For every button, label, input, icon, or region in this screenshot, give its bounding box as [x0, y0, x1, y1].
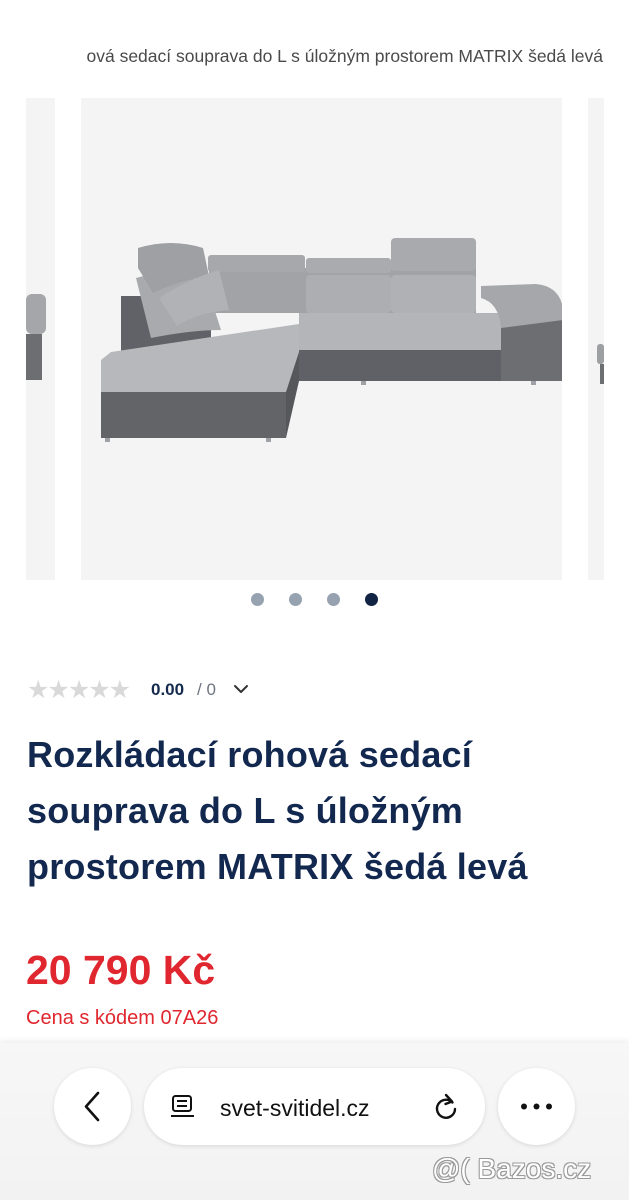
breadcrumb-text[interactable]: ová sedací souprava do L s úložným prost…	[87, 46, 604, 67]
promo-code-price: Cena s kódem 07A26	[26, 1007, 219, 1029]
gallery-slide-next[interactable]	[588, 98, 604, 580]
gallery-dot-1[interactable]	[251, 593, 264, 606]
product-price: 20 790 Kč	[26, 947, 216, 993]
rating-stars: ★★★★★	[27, 675, 131, 704]
sofa-image-next	[597, 344, 604, 384]
sofa-product-image	[101, 238, 562, 442]
gallery-dot-2[interactable]	[289, 593, 302, 606]
product-title-line-2: souprava do L s úložným	[27, 790, 464, 831]
product-title: Rozkládací rohová sedací souprava do L s…	[27, 727, 607, 895]
gallery-slide-previous[interactable]	[26, 98, 55, 580]
gallery-pagination-dots[interactable]	[0, 592, 629, 608]
product-rating[interactable]: ★★★★★ 0.00 / 0	[27, 676, 287, 704]
bazos-watermark: @( Bazos.cz	[432, 1153, 592, 1184]
product-image-gallery[interactable]	[0, 98, 629, 580]
product-title-line-1: Rozkládací rohová sedací	[27, 734, 472, 775]
more-options-button[interactable]	[498, 1068, 575, 1145]
chevron-down-icon[interactable]	[233, 681, 249, 697]
address-bar[interactable]: svet-svitidel.cz	[144, 1068, 485, 1145]
breadcrumb[interactable]: ová sedací souprava do L s úložným prost…	[0, 46, 629, 72]
rating-score: 0.00	[151, 680, 185, 699]
back-button[interactable]	[54, 1068, 131, 1145]
chevron-left-icon	[84, 1091, 100, 1122]
more-horizontal-icon	[521, 1103, 552, 1110]
rating-count: / 0	[197, 680, 216, 699]
reload-icon[interactable]	[432, 1092, 460, 1122]
sofa-image-previous	[26, 294, 46, 380]
gallery-slide-main[interactable]	[81, 98, 562, 580]
product-title-line-3: prostorem MATRIX šedá levá	[27, 846, 528, 887]
url-text[interactable]: svet-svitidel.cz	[220, 1094, 370, 1122]
page-settings-icon[interactable]	[170, 1094, 196, 1120]
gallery-dot-4-active[interactable]	[365, 593, 378, 606]
gallery-dot-3[interactable]	[327, 593, 340, 606]
